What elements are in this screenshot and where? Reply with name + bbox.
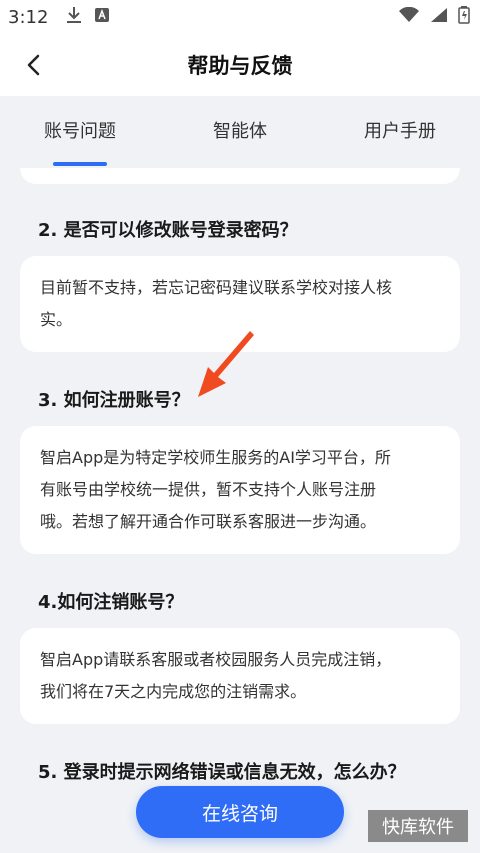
status-time: 3:12 [8, 6, 49, 28]
download-icon [66, 6, 82, 28]
tab-agent[interactable]: 智能体 [160, 96, 320, 168]
faq-question: 2. 是否可以修改账号登录密码？ [38, 220, 298, 241]
faq-question: 5. 登录时提示网络错误或信息无效，怎么办？ [38, 762, 406, 783]
status-bar: 3:12 [0, 0, 480, 34]
faq-answer-line: 我们将在7天之内完成您的注销需求。 [40, 682, 307, 701]
faq-answer-line: 目前暂不支持，若忘记密码建议联系学校对接人核 [40, 278, 393, 297]
online-consult-button[interactable]: 在线咨询 [136, 786, 344, 838]
tab-account-issues[interactable]: 账号问题 [0, 96, 160, 168]
faq-answer-line: 有账号由学校统一提供，暂不支持个人账号注册 [40, 480, 377, 499]
faq-list[interactable]: 2. 是否可以修改账号登录密码？ 目前暂不支持，若忘记密码建议联系学校对接人核 … [0, 168, 480, 853]
faq-answer-card: 智启App是为特定学校师生服务的AI学习平台，所 有账号由学校统一提供，暂不支持… [20, 426, 460, 554]
page-header: 帮助与反馈 [0, 34, 480, 96]
wifi-icon [398, 6, 420, 27]
active-tab-indicator [53, 162, 107, 166]
signal-icon [430, 7, 448, 27]
faq-answer-line: 哦。若想了解开通合作可联系客服进一步沟通。 [40, 512, 377, 531]
faq-question: 3. 如何注册账号？ [38, 390, 190, 411]
tab-label: 智能体 [213, 121, 267, 142]
tab-label: 账号问题 [44, 121, 116, 142]
watermark: 快库软件 [368, 810, 468, 842]
faq-answer-line: 智启App请联系客服或者校园服务人员完成注销， [40, 650, 392, 669]
notification-app-icon [94, 7, 110, 27]
tab-user-manual[interactable]: 用户手册 [320, 96, 480, 168]
faq-question: 4.如何注销账号？ [38, 592, 184, 613]
faq-answer-card [20, 168, 460, 184]
page-title: 帮助与反馈 [187, 54, 293, 78]
back-button[interactable] [18, 50, 48, 80]
faq-answer-line: 智启App是为特定学校师生服务的AI学习平台，所 [40, 448, 391, 467]
tab-label: 用户手册 [364, 121, 436, 142]
annotation-arrow-icon [198, 331, 254, 397]
faq-answer-card: 智启App请联系客服或者校园服务人员完成注销， 我们将在7天之内完成您的注销需求… [20, 628, 460, 724]
chevron-left-icon [27, 54, 40, 76]
tab-bar: 账号问题 智能体 用户手册 [0, 96, 480, 168]
battery-icon [458, 6, 470, 28]
